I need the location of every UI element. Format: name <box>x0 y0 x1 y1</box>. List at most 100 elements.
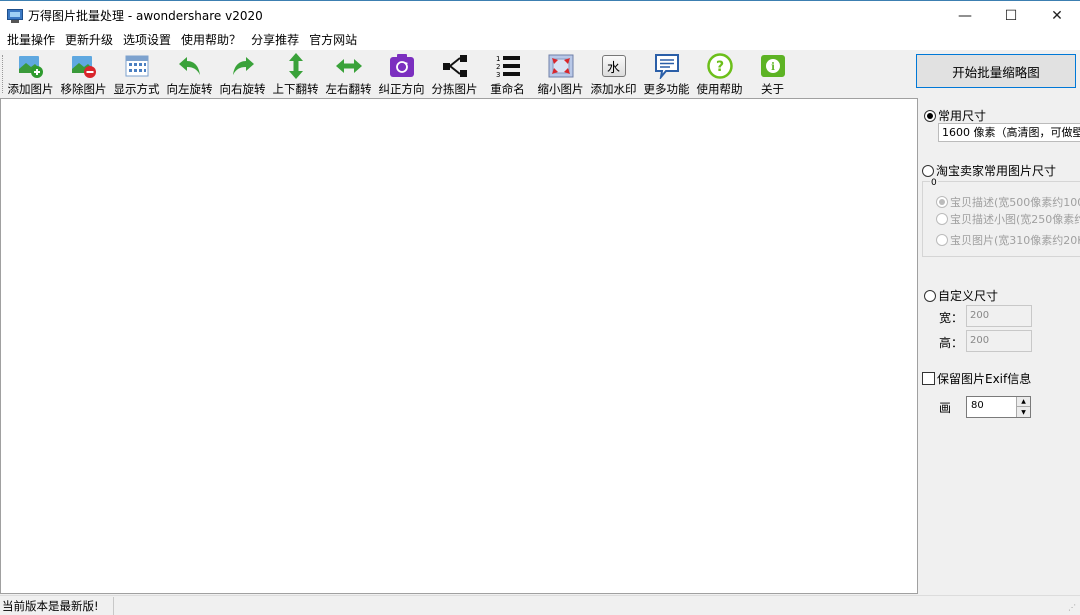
menu-website[interactable]: 官方网站 <box>304 30 362 50</box>
radio-disabled <box>936 213 948 225</box>
correct-orientation-button[interactable]: 纠正方向 <box>375 50 428 97</box>
custom-size-label: 自定义尺寸 <box>938 289 999 303</box>
sort-images-button[interactable]: 分拣图片 <box>428 50 481 97</box>
status-bar: 当前版本是最新版! ⋰ <box>0 595 1080 615</box>
menu-bar: 批量操作 更新升级 选项设置 使用帮助？ 分享推荐 官方网站 <box>0 30 1080 50</box>
close-button[interactable]: ✕ <box>1034 1 1080 31</box>
watermark-button[interactable]: 水 添加水印 <box>587 50 640 97</box>
menu-help[interactable]: 使用帮助？ <box>176 30 246 50</box>
common-size-radio[interactable]: 常用尺寸 <box>924 107 986 124</box>
about-icon: i <box>759 53 787 79</box>
more-features-label: 更多功能 <box>643 82 690 96</box>
toolbar: 添加图片 移除图片 显示方式 向左旋转 向右旋转 上下翻转 左右翻转 纠正方向 … <box>0 50 915 97</box>
app-window: 万得图片批量处理 - awondershare v2020 — ☐ ✕ 批量操作… <box>0 0 1080 615</box>
rotate-left-icon <box>176 53 204 79</box>
width-label: 宽： <box>939 311 964 325</box>
remove-image-button[interactable]: 移除图片 <box>57 50 110 97</box>
taobao-size-radio[interactable]: 淘宝卖家常用图片尺寸 <box>922 162 1056 179</box>
about-button[interactable]: i 关于 <box>746 50 799 97</box>
sort-images-icon <box>441 53 469 79</box>
view-mode-icon <box>123 53 151 79</box>
stepper-down-icon[interactable]: ▼ <box>1017 407 1030 417</box>
stepper-up-icon[interactable]: ▲ <box>1017 397 1030 407</box>
shrink-image-icon <box>547 53 575 79</box>
shrink-image-button[interactable]: 缩小图片 <box>534 50 587 97</box>
taobao-option-desc-small-label: 宝贝描述小图(宽250像素约50KB) <box>950 213 1080 226</box>
rotate-right-button[interactable]: 向右旋转 <box>216 50 269 97</box>
add-image-button[interactable]: 添加图片 <box>4 50 57 97</box>
correct-orientation-icon <box>388 53 416 79</box>
checkbox-box <box>922 372 935 385</box>
taobao-option-desc[interactable]: 宝贝描述(宽500像素约100KB) <box>936 194 1080 210</box>
shrink-image-label: 缩小图片 <box>537 82 584 96</box>
taobao-option-desc-small[interactable]: 宝贝描述小图(宽250像素约50KB) <box>936 211 1080 227</box>
help-button[interactable]: ? 使用帮助 <box>693 50 746 97</box>
rotate-left-button[interactable]: 向左旋转 <box>163 50 216 97</box>
radio-disabled-selected <box>936 196 948 208</box>
taobao-option-item[interactable]: 宝贝图片(宽310像素约20KB) <box>936 232 1080 248</box>
view-mode-button[interactable]: 显示方式 <box>110 50 163 97</box>
start-batch-button[interactable]: 开始批量缩略图 <box>916 54 1076 88</box>
rotate-left-label: 向左旋转 <box>166 82 213 96</box>
rename-label: 重命名 <box>490 82 525 96</box>
rotate-right-label: 向右旋转 <box>219 82 266 96</box>
window-controls: — ☐ ✕ <box>942 1 1080 31</box>
help-label: 使用帮助 <box>696 82 743 96</box>
svg-text:i: i <box>771 62 775 73</box>
rename-icon: 123 <box>494 53 522 79</box>
radio-selected-indicator <box>924 109 936 122</box>
title-bar: 万得图片批量处理 - awondershare v2020 — ☐ ✕ <box>0 0 1080 30</box>
menu-batch-ops[interactable]: 批量操作 <box>2 30 60 50</box>
image-list-area[interactable] <box>0 98 918 594</box>
flip-vertical-label: 上下翻转 <box>272 82 319 96</box>
height-label: 高： <box>939 336 964 350</box>
window-title: 万得图片批量处理 - awondershare v2020 <box>28 9 263 23</box>
app-monitor-icon <box>7 8 23 23</box>
taobao-option-item-label: 宝贝图片(宽310像素约20KB) <box>950 234 1080 247</box>
keep-exif-checkbox[interactable]: 保留图片Exif信息 <box>922 370 1031 387</box>
quality-stepper[interactable]: 80 ▲ ▼ <box>966 396 1031 418</box>
flip-vertical-button[interactable]: 上下翻转 <box>269 50 322 97</box>
quality-label: 画 <box>939 401 952 415</box>
flip-horizontal-button[interactable]: 左右翻转 <box>322 50 375 97</box>
watermark-icon: 水 <box>600 53 628 79</box>
rename-button[interactable]: 123 重命名 <box>481 50 534 97</box>
width-field[interactable]: 200 <box>966 305 1032 327</box>
maximize-button[interactable]: ☐ <box>988 1 1034 31</box>
common-size-select[interactable]: 1600 像素（高清图，可做壁纸） <box>938 123 1080 142</box>
svg-text:3: 3 <box>496 71 500 79</box>
minimize-button[interactable]: — <box>942 1 988 31</box>
height-field[interactable]: 200 <box>966 330 1032 352</box>
taobao-option-desc-label: 宝贝描述(宽500像素约100KB) <box>950 196 1080 209</box>
help-icon: ? <box>706 53 734 79</box>
remove-image-label: 移除图片 <box>60 82 107 96</box>
custom-size-radio[interactable]: 自定义尺寸 <box>924 287 998 304</box>
toolbar-grip[interactable] <box>2 55 5 93</box>
menu-share[interactable]: 分享推荐 <box>246 30 304 50</box>
menu-update[interactable]: 更新升级 <box>60 30 118 50</box>
options-panel: 开始批量缩略图 常用尺寸 1600 像素（高清图，可做壁纸） 淘宝卖家常用图片尺… <box>916 50 1080 595</box>
correct-orientation-label: 纠正方向 <box>378 82 425 96</box>
radio-indicator <box>924 289 936 302</box>
radio-indicator <box>922 164 934 177</box>
taobao-size-label: 淘宝卖家常用图片尺寸 <box>936 164 1057 178</box>
flip-vertical-icon <box>282 53 310 79</box>
taobao-group-caption: 0 <box>930 178 938 188</box>
add-image-label: 添加图片 <box>7 82 54 96</box>
svg-text:2: 2 <box>496 63 500 71</box>
flip-horizontal-icon <box>335 53 363 79</box>
svg-text:1: 1 <box>496 55 500 63</box>
rotate-right-icon <box>229 53 257 79</box>
radio-disabled <box>936 234 948 246</box>
add-image-icon <box>17 53 45 79</box>
menu-options[interactable]: 选项设置 <box>118 30 176 50</box>
svg-text:?: ? <box>715 59 723 75</box>
flip-horizontal-label: 左右翻转 <box>325 82 372 96</box>
about-label: 关于 <box>761 82 784 96</box>
keep-exif-label: 保留图片Exif信息 <box>937 372 1032 386</box>
watermark-label: 添加水印 <box>590 82 637 96</box>
more-features-button[interactable]: 更多功能 <box>640 50 693 97</box>
stepper-buttons: ▲ ▼ <box>1016 397 1030 417</box>
resize-grip-icon[interactable]: ⋰ <box>1068 603 1078 613</box>
common-size-label: 常用尺寸 <box>938 109 987 123</box>
